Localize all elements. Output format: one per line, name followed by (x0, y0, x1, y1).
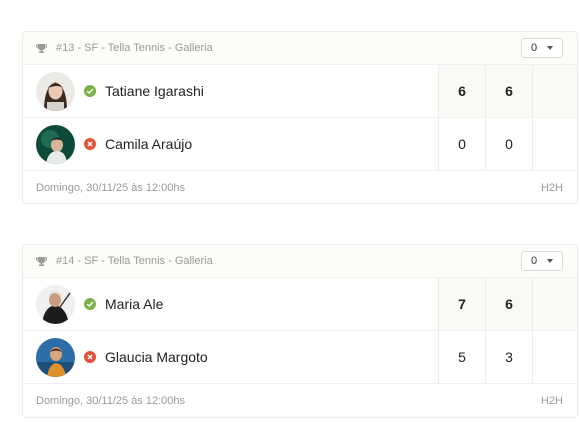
h2h-link[interactable]: H2H (541, 395, 563, 407)
trophy-icon (36, 256, 47, 267)
score-cells: 0 0 (438, 118, 577, 170)
avatar (36, 284, 75, 324)
player-name: Tatiane Igarashi (105, 83, 204, 99)
set-score: 6 (485, 65, 532, 117)
dropdown-value: 0 (531, 42, 538, 54)
avatar (36, 71, 75, 111)
score-cells: 6 6 (438, 65, 577, 117)
x-circle-icon (84, 138, 96, 150)
set-score: 0 (438, 118, 485, 170)
score-dropdown[interactable]: 0 (521, 38, 563, 58)
set-score: 6 (438, 65, 485, 117)
set-score: 7 (438, 278, 485, 330)
set-score (532, 65, 577, 117)
set-score (532, 331, 577, 383)
trophy-icon (36, 43, 47, 54)
match-header: #13 - SF - Tella Tennis - Galleria 0 (23, 32, 577, 65)
dropdown-value: 0 (531, 255, 538, 267)
x-circle-icon (84, 351, 96, 363)
avatar (36, 337, 75, 377)
match-header: #14 - SF - Tella Tennis - Galleria 0 (23, 245, 577, 278)
player-row[interactable]: Glaucia Margoto 5 3 (23, 331, 577, 384)
event-title: #14 - SF - Tella Tennis - Galleria (56, 255, 213, 267)
score-cells: 5 3 (438, 331, 577, 383)
score-cells: 7 6 (438, 278, 577, 330)
player-row[interactable]: Camila Araújo 0 0 (23, 118, 577, 171)
set-score: 6 (485, 278, 532, 330)
player-row[interactable]: Maria Ale 7 6 (23, 278, 577, 331)
chevron-down-icon (547, 259, 553, 263)
match-footer: Domingo, 30/11/25 às 12:00hs H2H (23, 384, 577, 417)
avatar (36, 124, 75, 164)
set-score: 0 (485, 118, 532, 170)
player-row[interactable]: Tatiane Igarashi 6 6 (23, 65, 577, 118)
player-name: Glaucia Margoto (105, 349, 208, 365)
match-card: #13 - SF - Tella Tennis - Galleria 0 Tat… (22, 31, 578, 204)
set-score (532, 118, 577, 170)
h2h-link[interactable]: H2H (541, 182, 563, 194)
match-datetime: Domingo, 30/11/25 às 12:00hs (36, 181, 186, 194)
set-score: 5 (438, 331, 485, 383)
score-dropdown[interactable]: 0 (521, 251, 563, 271)
match-card: #14 - SF - Tella Tennis - Galleria 0 Mar… (22, 244, 578, 418)
set-score (532, 278, 577, 330)
match-footer: Domingo, 30/11/25 às 12:00hs H2H (23, 171, 577, 203)
match-datetime: Domingo, 30/11/25 às 12:00hs (36, 394, 186, 407)
player-name: Camila Araújo (105, 136, 193, 152)
set-score: 3 (485, 331, 532, 383)
player-name: Maria Ale (105, 296, 164, 312)
chevron-down-icon (547, 46, 553, 50)
check-circle-icon (84, 85, 96, 97)
event-title: #13 - SF - Tella Tennis - Galleria (56, 42, 213, 54)
check-circle-icon (84, 298, 96, 310)
